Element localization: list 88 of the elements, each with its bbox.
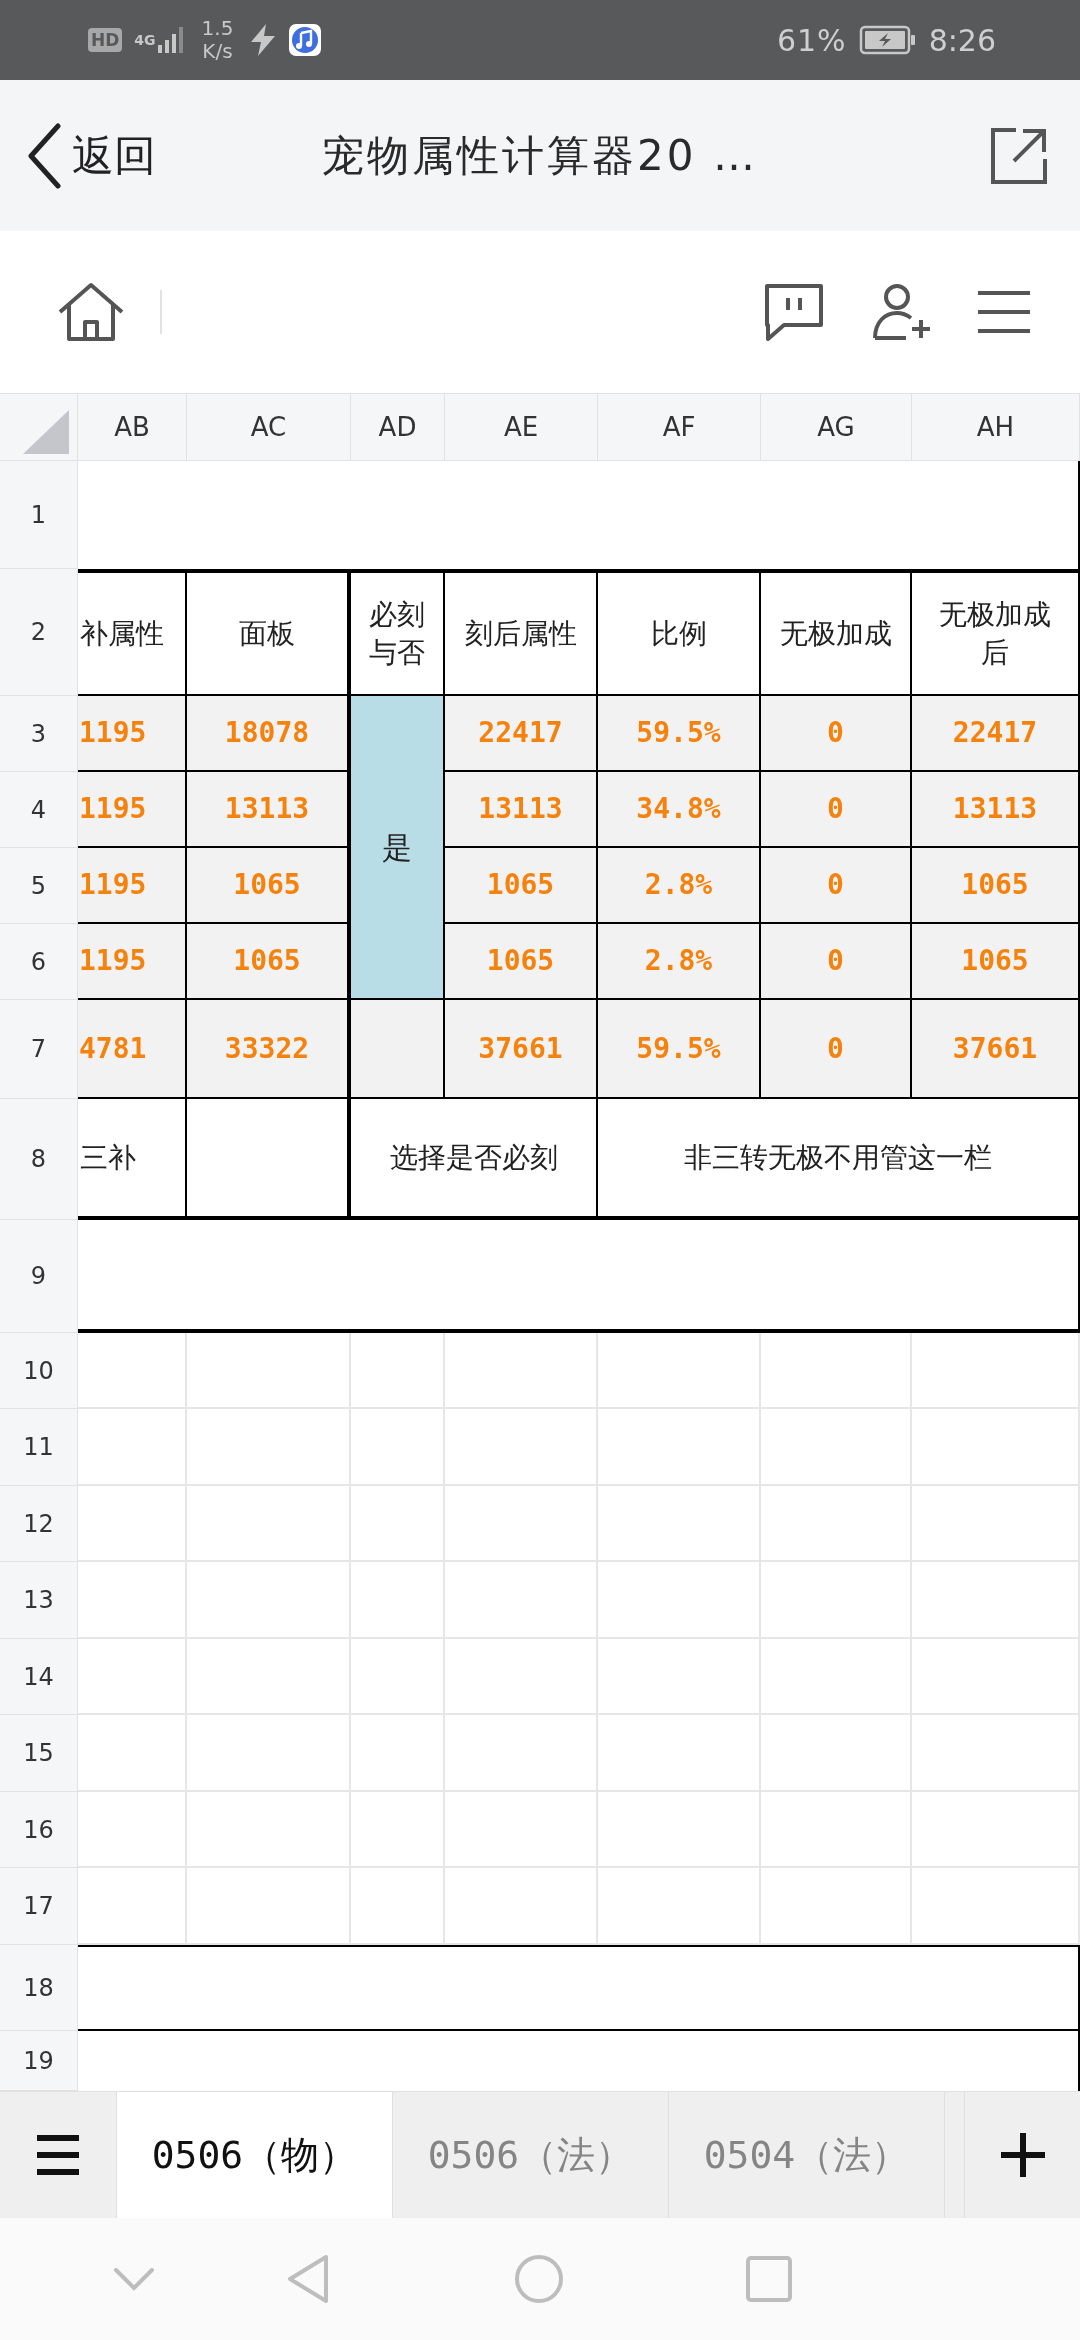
table-cell: 三补 [78, 1099, 187, 1220]
row-header[interactable]: 13 [0, 1562, 78, 1639]
column-header[interactable]: AC [187, 394, 351, 461]
table-cell: 22417 [445, 696, 598, 772]
row-header[interactable]: 6 [0, 924, 78, 1000]
table-cell: 1195 [78, 696, 187, 772]
table-cell: 0 [761, 924, 912, 1000]
table-cell: 1065 [187, 924, 351, 1000]
row-header[interactable]: 10 [0, 1333, 78, 1409]
table-cell: 面板 [187, 569, 351, 696]
table-cell: 1065 [445, 924, 598, 1000]
table-cell: 1065 [912, 924, 1080, 1000]
row-header[interactable]: 11 [0, 1409, 78, 1486]
row-header[interactable]: 9 [0, 1220, 78, 1333]
table-cell: 2.8% [598, 924, 761, 1000]
row-header[interactable]: 14 [0, 1639, 78, 1715]
battery-percent: 61% [776, 21, 847, 60]
plus-icon[interactable] [1000, 2133, 1045, 2177]
table-cell: 59.5% [598, 1000, 761, 1099]
table-cell: 37661 [912, 1000, 1080, 1099]
home-icon[interactable] [56, 282, 126, 342]
table-cell: 刻后属性 [445, 569, 598, 696]
music-app-icon [289, 24, 322, 56]
table-cell: 1195 [78, 924, 187, 1000]
row-header[interactable]: 15 [0, 1715, 78, 1792]
table-cell: 59.5% [598, 696, 761, 772]
column-header[interactable]: AD [351, 394, 445, 461]
row-header[interactable]: 18 [0, 1945, 78, 2031]
row-header[interactable]: 16 [0, 1792, 78, 1868]
table-cell: 无极加成后 [912, 569, 1080, 696]
table-cell: 1065 [445, 848, 598, 924]
clock: 8:26 [928, 21, 996, 60]
table-cell: 1195 [78, 848, 187, 924]
table-cell: 22417 [912, 696, 1080, 772]
chevron-left-icon [26, 122, 62, 189]
menu-icon[interactable] [978, 290, 1030, 334]
network-speed: 1.5 [201, 17, 234, 40]
speed-unit: K/s [202, 40, 233, 63]
row-header[interactable]: 19 [0, 2031, 78, 2091]
table-cell: 13113 [445, 772, 598, 848]
table-cell: 必刻与否 [351, 569, 445, 696]
add-person-icon[interactable] [870, 282, 932, 342]
battery-icon [858, 25, 917, 55]
network-type: 4G [134, 33, 156, 47]
row-header[interactable]: 17 [0, 1868, 78, 1945]
row-header[interactable]: 3 [0, 696, 78, 772]
bolt-icon [249, 24, 278, 56]
row-header[interactable]: 12 [0, 1486, 78, 1562]
table-cell: 是 [351, 696, 445, 1000]
column-header[interactable]: AE [445, 394, 598, 461]
share-icon[interactable] [990, 126, 1048, 185]
column-header[interactable]: AG [761, 394, 912, 461]
table-cell: 37661 [445, 1000, 598, 1099]
table-cell: 0 [761, 696, 912, 772]
table-cell: 13113 [912, 772, 1080, 848]
table-cell: 1065 [187, 848, 351, 924]
table-cell: 无极加成 [761, 569, 912, 696]
row-header[interactable]: 8 [0, 1099, 78, 1220]
menu-icon[interactable] [37, 2135, 79, 2175]
table-cell: 4781 [78, 1000, 187, 1099]
table-cell: 0 [761, 848, 912, 924]
row-header[interactable]: 7 [0, 1000, 78, 1099]
table-cell: 选择是否必刻 [351, 1099, 598, 1220]
column-header[interactable]: AH [912, 394, 1080, 461]
sheet-tab[interactable]: 0506（物） [117, 2092, 393, 2218]
table-cell: 补属性 [78, 569, 187, 696]
back-button[interactable]: 返回 [26, 122, 156, 189]
column-header[interactable]: AB [78, 394, 187, 461]
row-header[interactable]: 4 [0, 772, 78, 848]
table-cell: 非三转无极不用管这一栏 [598, 1099, 1080, 1220]
table-cell: 34.8% [598, 772, 761, 848]
table-cell: 0 [761, 1000, 912, 1099]
page-title: 宠物属性计算器20 … [321, 130, 759, 182]
table-cell: 比例 [598, 569, 761, 696]
hd-indicator: HD [88, 28, 123, 52]
table-cell: 0 [761, 772, 912, 848]
table-cell: 33322 [187, 1000, 351, 1099]
signal-icon [155, 25, 186, 55]
row-header[interactable]: 5 [0, 848, 78, 924]
table-cell: 1065 [912, 848, 1080, 924]
column-header[interactable]: AF [598, 394, 761, 461]
table-cell: 1195 [78, 772, 187, 848]
row-header[interactable]: 1 [0, 461, 78, 569]
row-header[interactable]: 2 [0, 569, 78, 696]
table-cell: 13113 [187, 772, 351, 848]
speech-bubble-icon[interactable] [764, 283, 824, 341]
table-cell: 2.8% [598, 848, 761, 924]
table-cell: 18078 [187, 696, 351, 772]
